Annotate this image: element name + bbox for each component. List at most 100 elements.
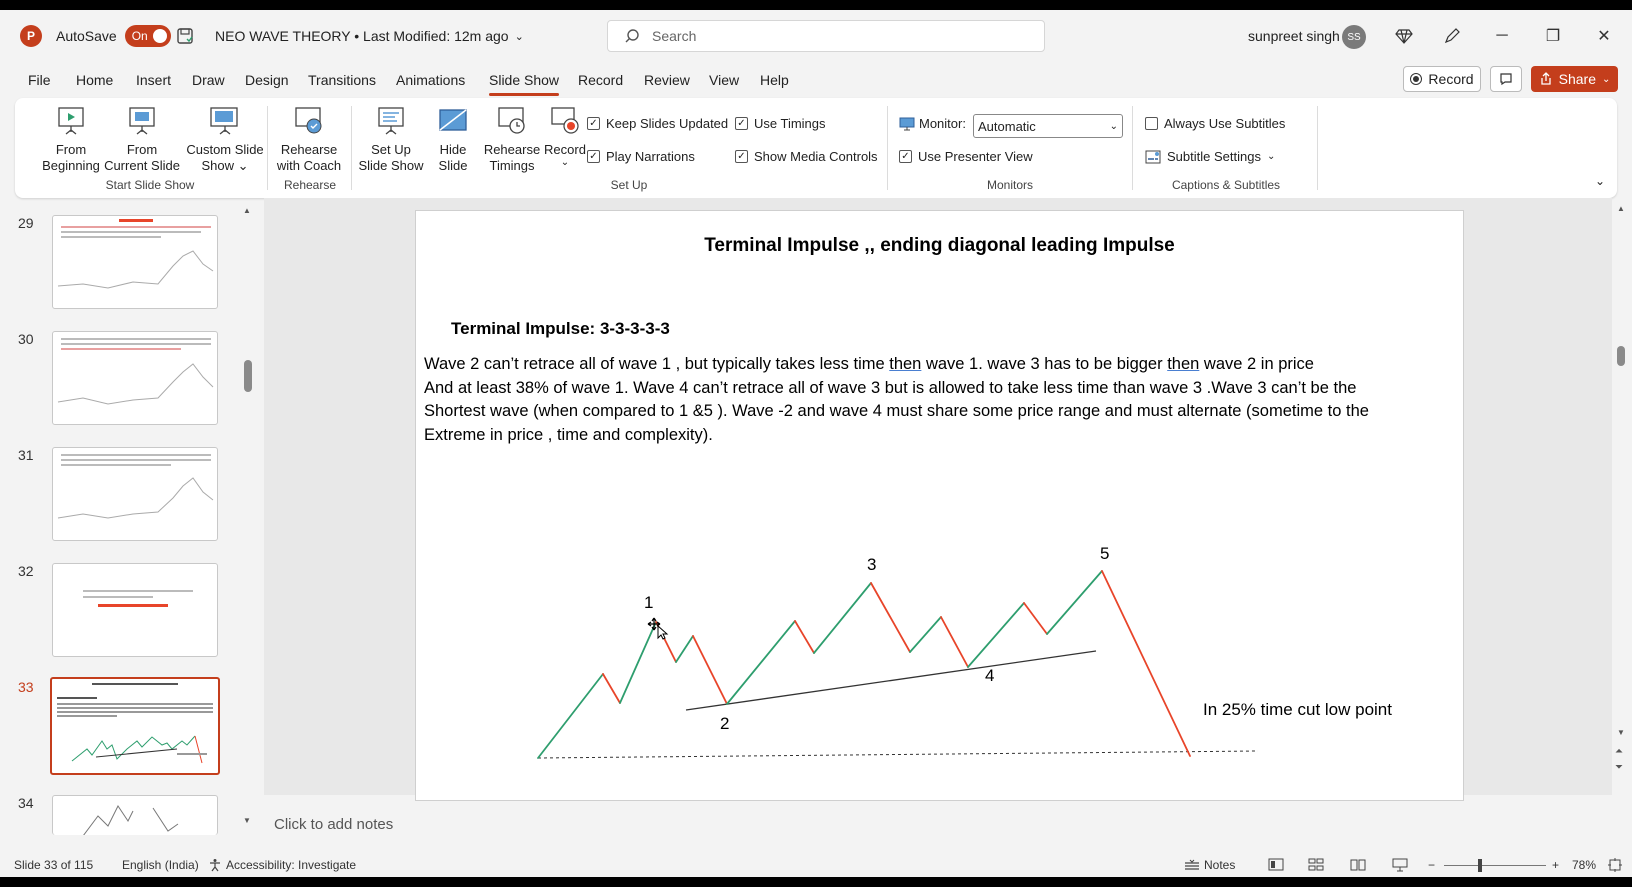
- record-button[interactable]: Record: [1403, 66, 1481, 92]
- move-cursor-icon: [647, 617, 669, 640]
- monitor-select-value: Automatic: [978, 118, 1036, 134]
- save-icon[interactable]: [176, 10, 194, 62]
- autosave[interactable]: AutoSave On: [56, 10, 171, 62]
- tab-design[interactable]: Design: [245, 62, 289, 98]
- zoom-slider[interactable]: [1444, 865, 1546, 866]
- diamond-icon[interactable]: [1392, 24, 1416, 48]
- notes-button[interactable]: Notes: [1184, 858, 1235, 872]
- custom-slide-show-button[interactable]: Custom Slide Show ⌄: [183, 104, 267, 174]
- keep-slides-updated-checkbox[interactable]: ✓ Keep Slides Updated: [587, 116, 728, 131]
- comments-button[interactable]: [1490, 66, 1522, 92]
- wave-segment-up: [967, 602, 1025, 668]
- ribbon-slide-show: From Beginning From Current Slide Custom…: [15, 98, 1617, 198]
- from-current-label-2: Current Slide: [104, 158, 180, 173]
- previous-slide-icon[interactable]: ⏶: [1615, 746, 1623, 757]
- tab-view[interactable]: View: [709, 62, 739, 98]
- zoom-out-icon[interactable]: −: [1428, 858, 1435, 872]
- notes-pane[interactable]: Click to add notes: [264, 813, 1612, 837]
- use-timings-checkbox[interactable]: ✓ Use Timings: [735, 116, 826, 131]
- title-bar: P AutoSave On NEO WAVE THEORY • Last Mod…: [0, 10, 1632, 62]
- next-slide-icon[interactable]: ⏷: [1615, 762, 1623, 773]
- scrollbar-thumb[interactable]: [1617, 346, 1625, 366]
- record-ribbon-button[interactable]: Record ⌄: [541, 104, 589, 168]
- custom-slide-show-icon: [210, 107, 238, 135]
- show-media-controls-checkbox[interactable]: ✓ Show Media Controls: [735, 149, 878, 164]
- search-input[interactable]: Search: [607, 20, 1045, 52]
- hide-slide-button[interactable]: Hide Slide: [429, 104, 477, 174]
- from-current-label-1: From: [126, 142, 158, 157]
- wave-label-3: 3: [867, 555, 876, 574]
- thumbnail-scrollbar[interactable]: ▲ ▼: [240, 198, 254, 828]
- set-up-slide-show-button[interactable]: Set Up Slide Show: [355, 104, 427, 174]
- close-icon[interactable]: ✕: [1592, 24, 1616, 48]
- slide-thumbnail[interactable]: [52, 215, 218, 309]
- wave-diagram[interactable]: 1 2 3 4 5 In 25% time cut low point: [416, 211, 1465, 802]
- tab-record[interactable]: Record: [578, 62, 623, 98]
- scroll-down-icon[interactable]: ▼: [1617, 728, 1625, 737]
- tab-review[interactable]: Review: [644, 62, 690, 98]
- from-beginning-button[interactable]: From Beginning: [35, 104, 107, 174]
- avatar[interactable]: SS: [1342, 25, 1366, 49]
- always-use-subtitles-checkbox[interactable]: Always Use Subtitles: [1145, 116, 1285, 131]
- status-bar: Slide 33 of 115 English (India) Accessib…: [0, 855, 1632, 877]
- pen-icon[interactable]: [1440, 24, 1464, 48]
- presenter-view-icon[interactable]: [1392, 858, 1408, 872]
- checkbox-icon: ✓: [735, 117, 748, 130]
- scroll-down-icon[interactable]: ▼: [243, 816, 251, 825]
- zoom-slider-thumb[interactable]: [1478, 859, 1482, 872]
- collapse-ribbon-icon[interactable]: ⌄: [1595, 174, 1605, 188]
- accessibility-status[interactable]: Accessibility: Investigate: [208, 858, 356, 872]
- slide[interactable]: Terminal Impulse ,, ending diagonal lead…: [415, 210, 1464, 801]
- slide-thumbnail[interactable]: [52, 331, 218, 425]
- user-name[interactable]: sunpreet singh: [1248, 10, 1340, 62]
- from-current-slide-button[interactable]: From Current Slide: [100, 104, 184, 174]
- restore-icon[interactable]: ❐: [1541, 24, 1565, 48]
- scrollbar-thumb[interactable]: [244, 360, 252, 392]
- wave-label-1: 1: [644, 593, 653, 612]
- tab-draw[interactable]: Draw: [192, 62, 225, 98]
- tab-help[interactable]: Help: [760, 62, 789, 98]
- notes-label: Notes: [1204, 858, 1236, 872]
- rehearse-with-coach-button[interactable]: Rehearse with Coach: [273, 104, 345, 174]
- wave-segment-up: [537, 673, 604, 759]
- tab-file[interactable]: File: [28, 62, 51, 98]
- autosave-toggle[interactable]: On: [124, 25, 171, 47]
- zoom-in-icon[interactable]: +: [1552, 858, 1559, 872]
- normal-view-icon[interactable]: [1268, 858, 1284, 871]
- document-title[interactable]: NEO WAVE THEORY • Last Modified: 12m ago…: [215, 10, 524, 62]
- language-indicator[interactable]: English (India): [122, 858, 199, 872]
- wave-segment-down: [940, 616, 969, 668]
- tab-animations[interactable]: Animations: [396, 62, 465, 98]
- subtitle-settings-button[interactable]: Subtitle Settings ⌄: [1145, 149, 1275, 164]
- hide-slide-label-1: Hide: [439, 142, 467, 157]
- rehearse-coach-icon: [295, 107, 322, 134]
- zoom-level[interactable]: 78%: [1572, 858, 1596, 872]
- slide-thumbnail[interactable]: [52, 447, 218, 541]
- slide-number: 33: [18, 679, 34, 695]
- reading-view-icon[interactable]: [1350, 858, 1366, 871]
- rehearse-timings-button[interactable]: Rehearse Timings: [481, 104, 543, 174]
- slide-sorter-icon[interactable]: [1308, 858, 1324, 871]
- play-narrations-checkbox[interactable]: ✓ Play Narrations: [587, 149, 695, 164]
- scroll-up-icon[interactable]: ▲: [243, 206, 251, 215]
- slide-thumbnail[interactable]: [52, 795, 218, 835]
- slide-number: 34: [18, 795, 34, 811]
- scroll-up-icon[interactable]: ▲: [1617, 204, 1625, 213]
- share-button[interactable]: Share ⌄: [1531, 66, 1618, 92]
- slide-scrollbar[interactable]: ▲ ▼ ⏶ ⏷: [1612, 198, 1632, 798]
- use-presenter-view-checkbox[interactable]: ✓ Use Presenter View: [899, 149, 1033, 164]
- custom-show-label-2: Show ⌄: [201, 158, 249, 173]
- divider: [1317, 106, 1318, 190]
- tab-transitions[interactable]: Transitions: [308, 62, 376, 98]
- monitor-select[interactable]: Automatic ⌄: [973, 114, 1123, 138]
- tab-home[interactable]: Home: [76, 62, 113, 98]
- tab-slide-show[interactable]: Slide Show: [489, 62, 560, 98]
- fit-to-window-icon[interactable]: [1608, 858, 1622, 872]
- tab-insert[interactable]: Insert: [136, 62, 171, 98]
- checkbox-icon: ✓: [735, 150, 748, 163]
- minimize-icon[interactable]: ─: [1490, 24, 1514, 48]
- slide-thumbnail[interactable]: [52, 563, 218, 657]
- slide-thumbnail-active[interactable]: [50, 677, 220, 775]
- setup-show-label-2: Slide Show: [358, 158, 424, 173]
- custom-show-label-1: Custom Slide: [186, 142, 264, 157]
